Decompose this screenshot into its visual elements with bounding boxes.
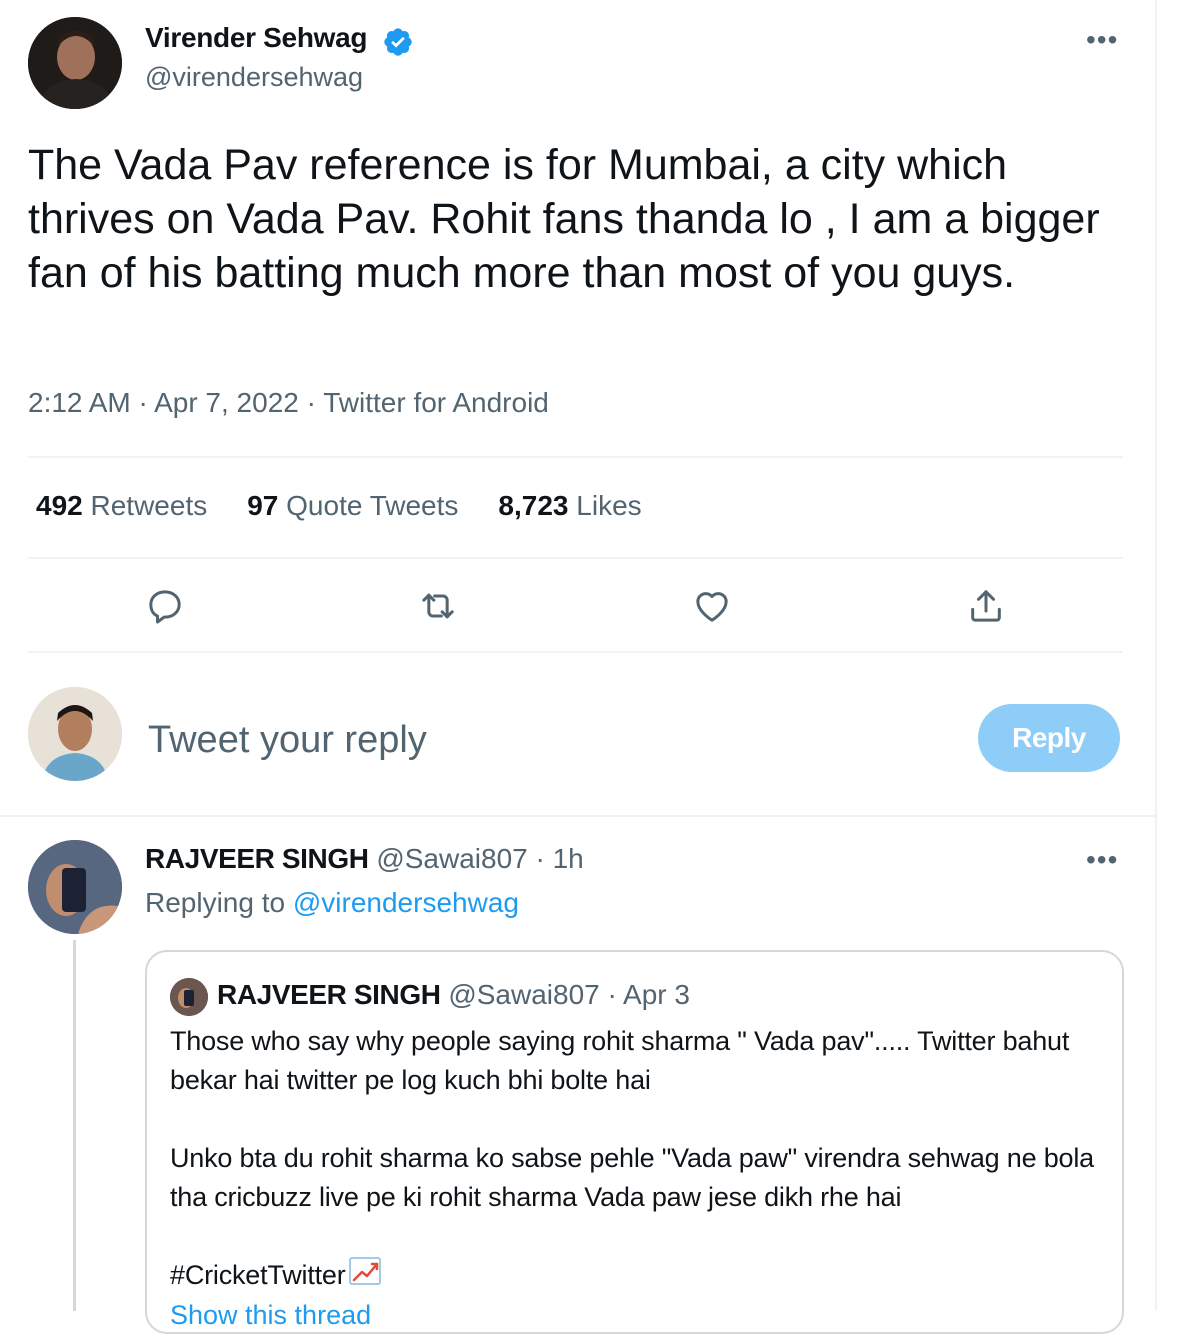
more-icon[interactable]: ••• [1086,844,1118,876]
quoted-hashtag[interactable]: #CricketTwitter [170,1260,346,1291]
more-icon[interactable]: ••• [1086,24,1118,56]
replying-to-handle[interactable]: @virendersehwag [293,887,519,918]
tweet-timestamp[interactable]: 2:12 AM · Apr 7, 2022 · Twitter for Andr… [28,387,549,419]
quoted-text: Those who say why people saying rohit sh… [170,1026,1094,1212]
author-handle[interactable]: @virendersehwag [145,62,363,93]
show-thread-link[interactable]: Show this thread [170,1300,371,1331]
likes-label: Likes [576,490,642,521]
engagement-stats: 492 Retweets 97 Quote Tweets 8,723 Likes [36,490,642,522]
divider [28,651,1123,653]
divider [0,815,1155,817]
author-avatar[interactable] [28,17,122,109]
chart-emoji-icon [348,1256,384,1295]
reply-time[interactable]: · 1h [536,843,584,874]
reply-icon[interactable] [141,582,189,630]
divider [28,456,1123,458]
quoted-time: · Apr 3 [607,979,690,1010]
retweet-icon[interactable] [414,582,462,630]
verified-badge-icon [382,26,414,58]
quoted-author-handle: @Sawai807 [448,979,600,1010]
retweets-label: Retweets [90,490,208,521]
quoted-author-name: RAJVEER SINGH [217,979,441,1010]
reply-author-avatar[interactable] [28,840,122,934]
author-name[interactable]: Virender Sehwag [145,22,367,54]
quotes-count: 97 [247,490,279,521]
reply-header: RAJVEER SINGH @Sawai807 · 1h [145,843,584,875]
replying-to: Replying to @virendersehwag [145,887,519,919]
quotes-label: Quote Tweets [286,490,459,521]
replying-prefix: Replying to [145,887,286,918]
likes-stat[interactable]: 8,723 Likes [498,490,641,522]
divider [28,557,1123,559]
reply-input[interactable] [148,710,948,770]
timeline-border [1155,0,1157,1311]
quoted-author-avatar [170,978,208,1016]
reply-author-name[interactable]: RAJVEER SINGH [145,843,369,874]
share-icon[interactable] [962,582,1010,630]
like-icon[interactable] [688,582,736,630]
thread-line [73,940,76,1311]
likes-count: 8,723 [498,490,569,521]
quoted-hashtag-line: #CricketTwitter [170,1256,384,1295]
tweet-text: The Vada Pav reference is for Mumbai, a … [28,141,1100,297]
retweets-count: 492 [36,490,83,521]
reply-button[interactable]: Reply [978,704,1120,772]
user-avatar[interactable] [28,687,122,781]
quote-tweets-stat[interactable]: 97 Quote Tweets [247,490,458,522]
retweets-stat[interactable]: 492 Retweets [36,490,207,522]
quoted-header: RAJVEER SINGH @Sawai807 · Apr 3 [217,979,690,1011]
reply-author-handle[interactable]: @Sawai807 [376,843,527,874]
